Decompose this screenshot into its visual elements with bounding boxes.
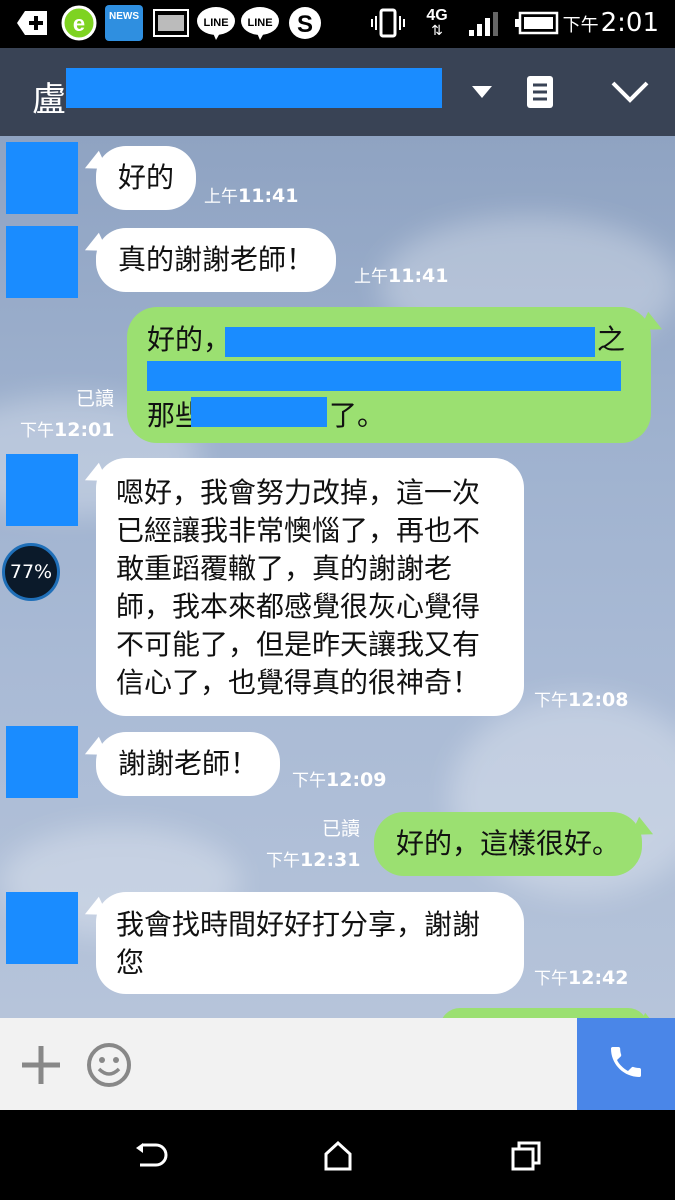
svg-text:S: S	[297, 11, 313, 38]
collapse-menu-icon[interactable]	[608, 70, 652, 114]
news-icon: NEWS	[104, 5, 144, 41]
contact-name[interactable]: 盧	[32, 72, 66, 121]
avatar[interactable]	[6, 454, 78, 526]
message-bubble-incoming[interactable]: 好的	[96, 146, 197, 210]
avatar[interactable]	[6, 892, 78, 964]
4g-icon: 4G ⇅	[426, 7, 448, 39]
plus-icon[interactable]	[20, 1044, 62, 1086]
chevron-down-icon[interactable]	[460, 70, 504, 114]
call-button[interactable]	[577, 1018, 675, 1110]
recents-icon[interactable]	[502, 1132, 550, 1180]
browser-icon: e	[60, 5, 98, 41]
chat-header: 盧	[0, 48, 675, 136]
svg-text:LINE: LINE	[203, 17, 228, 29]
message-bubble-outgoing[interactable]: 好的， 之 那些 了。	[127, 307, 651, 443]
add-icon	[16, 6, 50, 40]
message-text-fragment: 之	[597, 323, 626, 356]
message-time: 下午12:42	[534, 967, 629, 989]
redaction-block	[191, 397, 327, 427]
redaction-block	[147, 361, 621, 391]
emoji-icon[interactable]	[86, 1042, 132, 1088]
back-icon[interactable]	[127, 1132, 175, 1180]
message-text-fragment: 好的，	[147, 323, 232, 356]
message-bubble-incoming[interactable]: 真的謝謝老師！	[96, 228, 337, 292]
battery-icon	[514, 6, 560, 40]
message-bubble-outgoing[interactable]	[440, 1008, 648, 1018]
message-time: 下午12:31	[266, 849, 361, 871]
signal-icon	[466, 6, 506, 40]
navigation-bar	[0, 1110, 675, 1200]
status-bar: e NEWS LINE LINE S 4G ⇅ 下午2:01	[0, 0, 675, 48]
svg-text:LINE: LINE	[247, 17, 272, 29]
message-text-fragment: 了。	[329, 399, 386, 432]
home-icon[interactable]	[314, 1132, 362, 1180]
redaction-block	[66, 68, 442, 108]
redaction-block	[225, 327, 595, 357]
gallery-icon	[152, 6, 190, 40]
message-bubble-incoming[interactable]: 謝謝老師！	[96, 732, 281, 796]
line-icon: LINE	[240, 6, 280, 40]
notes-icon[interactable]	[518, 70, 562, 114]
vibrate-icon	[370, 6, 406, 40]
message-time: 下午12:01	[20, 419, 115, 441]
svg-text:e: e	[73, 11, 85, 36]
clock: 下午2:01	[562, 8, 659, 38]
message-time: 上午11:41	[354, 265, 449, 287]
message-bubble-incoming[interactable]: 嗯好，我會努力改掉，這一次 已經讓我非常懊惱了，再也不 敢重蹈覆轍了，真的謝謝老…	[96, 458, 524, 716]
message-input-bar	[0, 1018, 675, 1110]
avatar[interactable]	[6, 226, 78, 298]
phone-icon	[606, 1042, 646, 1086]
read-receipt: 已讀	[322, 818, 361, 840]
message-bubble-outgoing[interactable]: 好的，這樣很好。	[374, 812, 643, 876]
message-time: 下午12:08	[534, 689, 629, 711]
message-time: 上午11:41	[204, 185, 299, 207]
avatar[interactable]	[6, 726, 78, 798]
avatar[interactable]	[6, 142, 78, 214]
skype-icon: S	[286, 6, 324, 40]
battery-gauge-widget[interactable]: 77%	[2, 543, 60, 601]
line-icon: LINE	[196, 6, 236, 40]
chat-area[interactable]: 好的 上午11:41 真的謝謝老師！ 上午11:41 好的， 之 那些 了。 已…	[0, 136, 675, 1018]
message-time: 下午12:09	[292, 769, 387, 791]
message-bubble-incoming[interactable]: 我會找時間好好打分享，謝謝 您	[96, 892, 524, 994]
read-receipt: 已讀	[76, 388, 115, 410]
